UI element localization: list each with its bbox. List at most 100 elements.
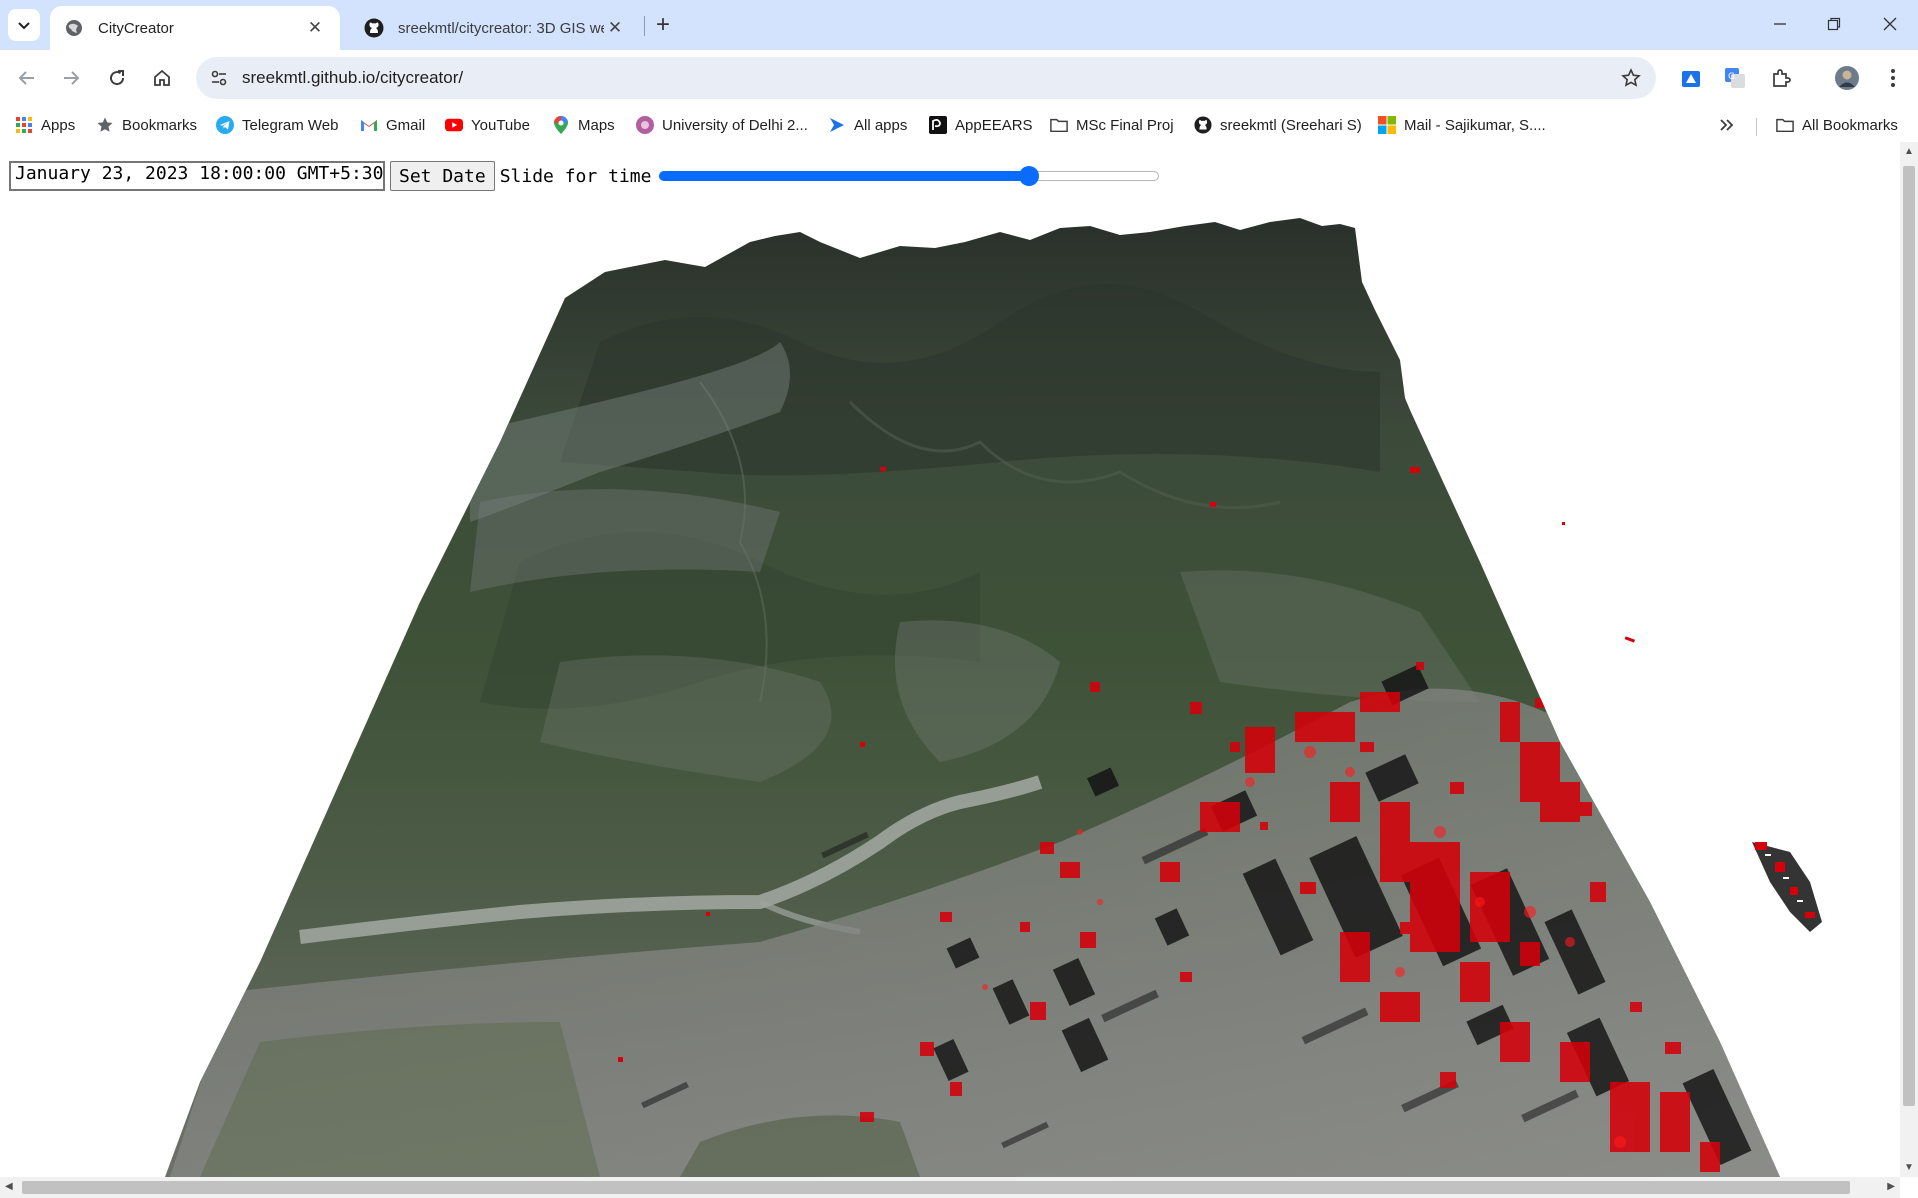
scroll-up-icon[interactable]: ▲	[1904, 146, 1914, 157]
bookmarks-divider	[1756, 118, 1757, 136]
tab-title: CityCreator	[98, 19, 174, 37]
forward-button[interactable]	[52, 59, 90, 97]
bookmark-label: Gmail	[386, 116, 426, 134]
double-chevron-right-icon	[1720, 119, 1734, 131]
translate-icon: G	[1725, 68, 1745, 88]
horizontal-scroll-thumb[interactable]	[22, 1181, 1850, 1194]
svg-text:G: G	[1728, 72, 1735, 82]
bookmark-mail[interactable]: Mail - Sajikumar, S....	[1378, 112, 1546, 138]
reload-icon	[110, 70, 125, 86]
bookmark-all-apps[interactable]: All apps	[828, 112, 907, 138]
scroll-left-icon[interactable]: ◀	[5, 1181, 13, 1192]
bookmark-appeears[interactable]: AppEEARS	[929, 112, 1033, 138]
extension-app-icon	[1682, 71, 1700, 87]
close-window-button[interactable]	[1862, 4, 1918, 44]
back-arrow-icon	[18, 71, 34, 85]
university-icon	[636, 116, 654, 134]
all-apps-icon	[828, 116, 846, 134]
tab-strip: CityCreator ✕ sreekmtl/citycreator: 3D G…	[0, 0, 1918, 50]
vertical-scroll-thumb[interactable]	[1903, 166, 1915, 1106]
bookmark-label: Apps	[41, 116, 76, 134]
scroll-down-icon[interactable]: ▼	[1904, 1162, 1914, 1173]
gmail-icon	[360, 116, 378, 134]
extensions-menu-button[interactable]	[1766, 63, 1796, 93]
tab-divider	[644, 16, 645, 36]
more-bookmarks-button[interactable]	[1718, 112, 1734, 138]
extension-button[interactable]	[1676, 63, 1706, 93]
github-icon	[364, 18, 384, 38]
bookmark-label: MSc Final Proj	[1076, 116, 1174, 134]
star-outline-icon	[1621, 68, 1641, 87]
minimize-button[interactable]	[1752, 4, 1808, 44]
time-slider[interactable]	[659, 165, 1160, 187]
address-bar[interactable]: sreekmtl.github.io/citycreator/	[196, 57, 1656, 99]
bookmark-github-profile[interactable]: sreekmtl (Sreehari S)	[1194, 112, 1362, 138]
tab-github-repo[interactable]: sreekmtl/citycreator: 3D GIS web ✕	[350, 6, 640, 50]
microsoft-icon	[1378, 116, 1396, 134]
slider-thumb[interactable]	[1019, 166, 1040, 186]
close-tab-icon[interactable]: ✕	[304, 17, 326, 39]
bookmark-label: YouTube	[471, 116, 530, 134]
maps-pin-icon	[552, 116, 570, 134]
bookmark-gmail[interactable]: Gmail	[360, 112, 425, 138]
home-icon	[154, 69, 170, 86]
globe-icon	[64, 18, 84, 38]
browser-menu-button[interactable]	[1878, 63, 1908, 93]
3d-terrain-scene[interactable]	[0, 142, 1900, 1177]
profile-avatar[interactable]	[1832, 63, 1862, 93]
set-date-button[interactable]: Set Date	[390, 161, 495, 191]
floating-building-artifacts	[1752, 842, 1822, 932]
tune-icon	[211, 70, 227, 86]
bookmark-star-button[interactable]	[1618, 65, 1644, 91]
bookmark-label: University of Delhi 2...	[662, 116, 808, 134]
bookmark-telegram[interactable]: Telegram Web	[216, 112, 338, 138]
close-tab-icon[interactable]: ✕	[604, 17, 626, 39]
bookmark-label: Maps	[578, 116, 615, 134]
bookmark-label: Telegram Web	[242, 116, 339, 134]
folder-icon	[1050, 116, 1068, 134]
bookmark-label: All apps	[854, 116, 908, 134]
site-info-button[interactable]	[204, 63, 234, 93]
url-text[interactable]: sreekmtl.github.io/citycreator/	[242, 68, 463, 88]
bookmark-msc-final-proj[interactable]: MSc Final Proj	[1050, 112, 1174, 138]
reload-button[interactable]	[98, 59, 136, 97]
forward-arrow-icon	[64, 71, 80, 85]
bookmark-label: sreekmtl (Sreehari S)	[1220, 116, 1362, 134]
appeears-icon	[929, 116, 947, 134]
restore-button[interactable]	[1806, 4, 1862, 44]
browser-toolbar: sreekmtl.github.io/citycreator/ G	[0, 50, 1918, 108]
vertical-scrollbar[interactable]: ▲ ▼	[1900, 142, 1918, 1177]
bookmarks-bar: Apps Bookmarks Telegram Web Gmail YouTub…	[0, 108, 1918, 142]
more-vert-icon	[1891, 69, 1895, 87]
bookmark-label: Bookmarks	[122, 116, 198, 134]
bookmark-label: Mail - Sajikumar, S....	[1404, 116, 1546, 134]
date-input[interactable]: January 23, 2023 18:00:00 GMT+5:30	[9, 161, 385, 191]
bookmark-youtube[interactable]: YouTube	[445, 112, 530, 138]
back-button[interactable]	[8, 59, 46, 97]
tab-search-button[interactable]	[8, 9, 40, 41]
horizontal-scrollbar[interactable]: ◀ ▶	[0, 1177, 1900, 1198]
scroll-right-icon[interactable]: ▶	[1887, 1181, 1895, 1192]
apps-grid-icon	[15, 116, 33, 134]
puzzle-icon	[1773, 69, 1791, 87]
translate-extension-button[interactable]: G	[1720, 63, 1750, 93]
tab-citycreator[interactable]: CityCreator ✕	[50, 6, 340, 50]
tab-title: sreekmtl/citycreator: 3D GIS web	[398, 19, 604, 37]
avatar	[1835, 66, 1859, 90]
page-content: January 23, 2023 18:00:00 GMT+5:30 Set D…	[0, 142, 1900, 1177]
bookmark-apps[interactable]: Apps	[15, 112, 75, 138]
all-bookmarks-button[interactable]: All Bookmarks	[1776, 112, 1898, 138]
home-button[interactable]	[143, 59, 181, 97]
bookmark-bookmarks[interactable]: Bookmarks	[96, 112, 197, 138]
github-icon	[1194, 116, 1212, 134]
minimize-icon	[1774, 23, 1786, 25]
close-icon	[1883, 17, 1897, 31]
bookmark-maps[interactable]: Maps	[552, 112, 615, 138]
bookmark-university-of-delhi[interactable]: University of Delhi 2...	[636, 112, 808, 138]
new-tab-button[interactable]: +	[650, 11, 676, 38]
date-controls: January 23, 2023 18:00:00 GMT+5:30 Set D…	[9, 161, 1160, 191]
telegram-icon	[216, 116, 234, 134]
star-icon	[96, 116, 114, 134]
folder-icon	[1776, 116, 1794, 134]
bookmark-label: AppEEARS	[955, 116, 1033, 134]
